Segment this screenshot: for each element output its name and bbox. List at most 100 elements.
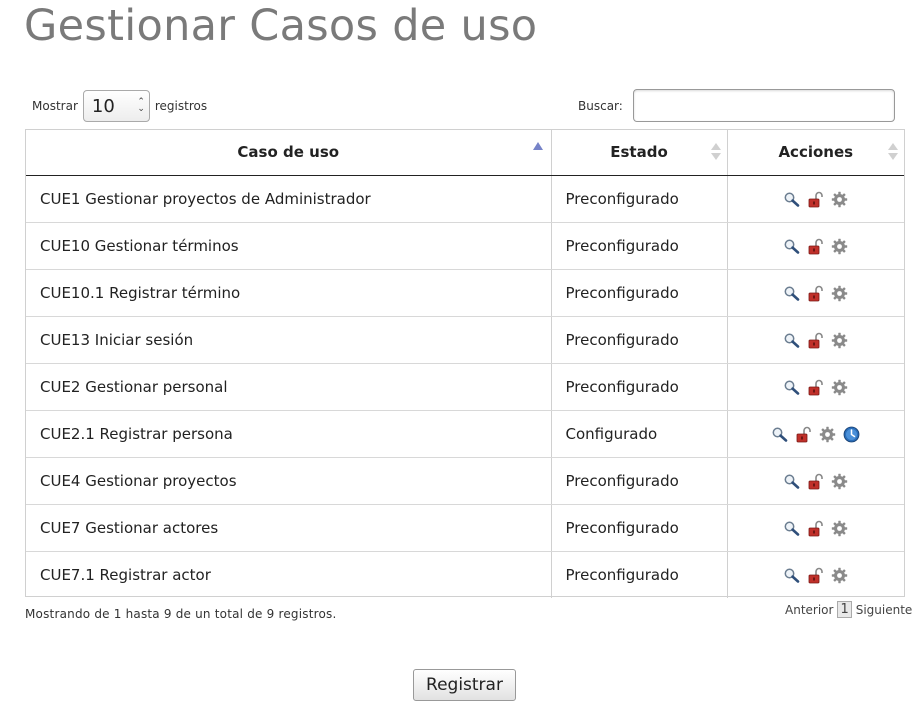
cell-acciones (727, 504, 904, 552)
gear-icon[interactable] (831, 191, 848, 208)
cell-caso-de-uso: CUE2 Gestionar personal (26, 363, 552, 411)
view-icon[interactable] (783, 238, 800, 255)
table-header-row: Caso de uso Estado Acciones (26, 130, 904, 176)
row-actions (783, 379, 848, 396)
search-input[interactable] (632, 89, 895, 122)
cell-acciones (727, 551, 904, 598)
cell-caso-de-uso: CUE7 Gestionar actores (26, 504, 552, 552)
cell-estado: Configurado (551, 410, 728, 458)
cell-acciones (727, 363, 904, 411)
globe-icon[interactable] (843, 426, 860, 443)
table-body: CUE1 Gestionar proyectos de Administrado… (26, 175, 904, 598)
search-label: Buscar: (578, 98, 623, 113)
column-header-label: Caso de uso (237, 143, 340, 162)
view-icon[interactable] (783, 520, 800, 537)
table-row: CUE4 Gestionar proyectos Preconfigurado (26, 457, 904, 505)
unlock-icon[interactable] (807, 473, 824, 490)
cell-acciones (727, 457, 904, 505)
use-cases-table: Caso de uso Estado Acciones CUE1 Gestion… (25, 129, 905, 598)
gear-icon[interactable] (831, 567, 848, 584)
cell-estado: Preconfigurado (551, 551, 728, 598)
view-icon[interactable] (783, 473, 800, 490)
cell-acciones (727, 269, 904, 317)
gear-icon[interactable] (831, 238, 848, 255)
table-row: CUE7.1 Registrar actor Preconfigurado (26, 551, 904, 598)
cell-caso-de-uso: CUE7.1 Registrar actor (26, 551, 552, 598)
length-prefix-label: Mostrar (32, 99, 78, 113)
cell-estado: Preconfigurado (551, 457, 728, 505)
page-title: Gestionar Casos de uso (24, 1, 538, 51)
cell-estado: Preconfigurado (551, 504, 728, 552)
unlock-icon[interactable] (807, 238, 824, 255)
unlock-icon[interactable] (807, 379, 824, 396)
view-icon[interactable] (783, 332, 800, 349)
records-per-page-value: 10 (91, 95, 115, 117)
cell-caso-de-uso: CUE4 Gestionar proyectos (26, 457, 552, 505)
cell-caso-de-uso: CUE10 Gestionar términos (26, 222, 552, 270)
row-actions (783, 238, 848, 255)
previous-page-button[interactable]: Anterior (785, 603, 833, 617)
gear-icon[interactable] (831, 520, 848, 537)
pagination: Anterior 1 Siguiente (785, 601, 912, 618)
row-actions (783, 191, 848, 208)
table-row: CUE13 Iniciar sesión Preconfigurado (26, 316, 904, 364)
row-actions (783, 332, 848, 349)
table-row: CUE2 Gestionar personal Preconfigurado (26, 363, 904, 411)
column-header-acciones[interactable]: Acciones (727, 130, 904, 176)
row-actions (783, 285, 848, 302)
records-per-page-select[interactable]: 10 ⌃ ⌄ (82, 90, 150, 122)
view-icon[interactable] (783, 191, 800, 208)
cell-caso-de-uso: CUE1 Gestionar proyectos de Administrado… (26, 175, 552, 223)
gear-icon[interactable] (831, 473, 848, 490)
unlock-icon[interactable] (807, 332, 824, 349)
select-arrows-icon: ⌃ ⌄ (137, 97, 145, 114)
current-page-button[interactable]: 1 (837, 601, 852, 618)
cell-estado: Preconfigurado (551, 222, 728, 270)
view-icon[interactable] (783, 379, 800, 396)
cell-acciones (727, 410, 904, 458)
view-icon[interactable] (783, 567, 800, 584)
unlock-icon[interactable] (807, 191, 824, 208)
records-per-page-control: Mostrar 10 ⌃ ⌄ registros (32, 90, 207, 122)
table-row: CUE10.1 Registrar término Preconfigurado (26, 269, 904, 317)
gear-icon[interactable] (831, 332, 848, 349)
next-page-button[interactable]: Siguiente (856, 603, 913, 617)
column-header-label: Estado (610, 143, 668, 162)
view-icon[interactable] (783, 285, 800, 302)
column-header-estado[interactable]: Estado (551, 130, 728, 176)
cell-estado: Preconfigurado (551, 316, 728, 364)
cell-caso-de-uso: CUE10.1 Registrar término (26, 269, 552, 317)
unlock-icon[interactable] (807, 285, 824, 302)
sort-ascending-icon (532, 142, 543, 150)
sort-both-icon (888, 143, 898, 160)
view-icon[interactable] (771, 426, 788, 443)
unlock-icon[interactable] (795, 426, 812, 443)
table-row: CUE10 Gestionar términos Preconfigurado (26, 222, 904, 270)
gear-icon[interactable] (819, 426, 836, 443)
row-actions (783, 567, 848, 584)
cell-caso-de-uso: CUE2.1 Registrar persona (26, 410, 552, 458)
table-info-text: Mostrando de 1 hasta 9 de un total de 9 … (25, 607, 337, 621)
cell-acciones (727, 316, 904, 364)
table-row: CUE1 Gestionar proyectos de Administrado… (26, 175, 904, 223)
registrar-button[interactable]: Registrar (413, 669, 516, 701)
gear-icon[interactable] (831, 379, 848, 396)
cell-acciones (727, 222, 904, 270)
cell-estado: Preconfigurado (551, 363, 728, 411)
cell-estado: Preconfigurado (551, 269, 728, 317)
column-header-caso-de-uso[interactable]: Caso de uso (26, 130, 552, 176)
search-control: Buscar: (578, 89, 895, 122)
row-actions (783, 520, 848, 537)
cell-acciones (727, 175, 904, 223)
gear-icon[interactable] (831, 285, 848, 302)
unlock-icon[interactable] (807, 567, 824, 584)
table-row: CUE7 Gestionar actores Preconfigurado (26, 504, 904, 552)
row-actions (771, 426, 860, 443)
unlock-icon[interactable] (807, 520, 824, 537)
length-suffix-label: registros (154, 99, 208, 113)
column-header-label: Acciones (778, 143, 854, 162)
table-row: CUE2.1 Registrar persona Configurado (26, 410, 904, 458)
row-actions (783, 473, 848, 490)
sort-both-icon (710, 143, 721, 160)
cell-estado: Preconfigurado (551, 175, 728, 223)
